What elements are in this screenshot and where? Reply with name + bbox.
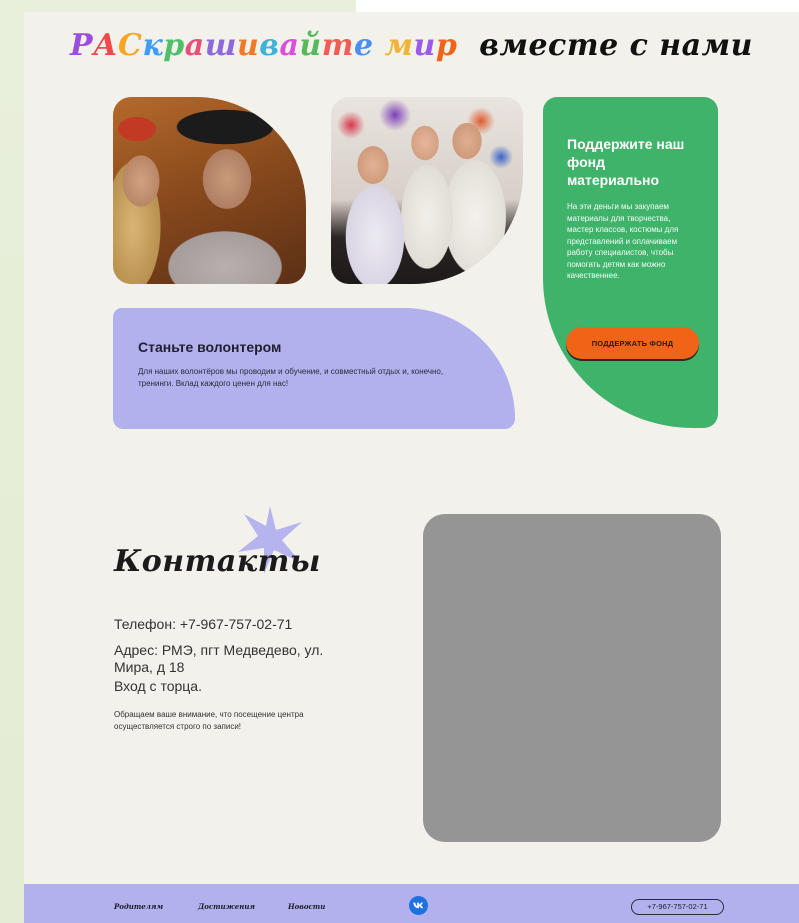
support-fund-button[interactable]: ПОДДЕРЖАТЬ ФОНД [566, 327, 699, 359]
contact-phone: Телефон: +7-967-757-02-71 [114, 616, 293, 632]
vk-icon[interactable] [409, 896, 428, 915]
contact-address: Адрес: РМЭ, пгт Медведево, ул. Мира, д 1… [114, 642, 324, 675]
support-title: Поддержите наш фонд материально [567, 136, 685, 188]
page: РАСкрашивайте мир вместе с нами Поддержи… [24, 12, 799, 923]
support-text: На эти деньги мы закупаем материалы для … [567, 202, 679, 280]
footer-link-achievements[interactable]: Достижения [198, 902, 255, 911]
footer-link-parents[interactable]: Родителям [114, 902, 163, 911]
page-headline: РАСкрашивайте мир вместе с нами [24, 28, 799, 63]
volunteer-title: Станьте волонтером [138, 339, 282, 355]
headline-rest: вместе с нами [479, 28, 753, 63]
support-card: Поддержите наш фонд материально На эти д… [543, 97, 718, 428]
volunteer-text: Для наших волонтёров мы проводим и обуче… [138, 367, 444, 388]
volunteer-photo-2 [331, 97, 523, 284]
contact-entrance: Вход с торца. [114, 678, 202, 694]
volunteer-card: Станьте волонтером Для наших волонтёров … [113, 308, 515, 429]
contact-note: Обращаем ваше внимание, что посещение це… [114, 710, 304, 731]
footer-link-news[interactable]: Новости [288, 902, 325, 911]
footer: Родителям Достижения Новости +7-967-757-… [24, 884, 799, 923]
volunteer-photo-1 [113, 97, 306, 284]
map-placeholder[interactable] [423, 514, 721, 842]
contacts-title: Контакты [114, 544, 321, 579]
headline-colored-part: РАСкрашивайте мир [70, 28, 458, 63]
footer-phone-button[interactable]: +7-967-757-02-71 [631, 899, 724, 915]
